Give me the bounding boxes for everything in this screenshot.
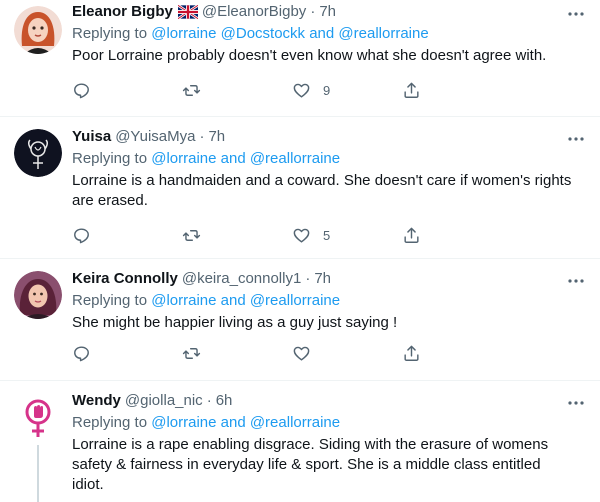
share-button[interactable] (402, 80, 512, 100)
timestamp[interactable]: 7h (314, 269, 331, 289)
heart-icon (293, 83, 310, 98)
more-options-button[interactable] (566, 271, 586, 291)
reply-tweet[interactable]: Keira Connolly @keira_connolly1 · 7h Rep… (0, 259, 600, 381)
replying-to: Replying to @lorraine and @reallorraine (72, 149, 584, 169)
tweet-actions: 5 (72, 225, 512, 245)
share-button[interactable] (402, 225, 512, 245)
share-button[interactable] (402, 343, 512, 363)
separator-dot: · (206, 392, 212, 409)
reply-feed: Eleanor Bigby @EleanorBigby · 7h Replyin… (0, 0, 600, 502)
like-button[interactable]: 9 (292, 80, 402, 100)
retweet-button[interactable] (182, 80, 292, 100)
reply-tweet[interactable]: Yuisa @YuisaMya · 7h Replying to @lorrai… (0, 117, 600, 259)
user-handle[interactable]: @giolla_nic (125, 391, 203, 411)
display-name[interactable]: Keira Connolly (72, 269, 178, 289)
replying-to: Replying to @lorraine and @reallorraine (72, 413, 584, 433)
timestamp[interactable]: 6h (216, 391, 233, 411)
like-button[interactable] (292, 343, 402, 363)
tweet-text: Lorraine is a rape enabling disgrace. Si… (72, 436, 549, 493)
replying-to-mentions[interactable]: @lorraine and @reallorraine (151, 414, 340, 431)
replying-to: Replying to @lorraine and @reallorraine (72, 291, 584, 311)
replying-to-label: Replying to (72, 414, 148, 431)
display-name[interactable]: Eleanor Bigby (72, 2, 173, 22)
timestamp[interactable]: 7h (319, 2, 336, 22)
replying-to: Replying to @lorraine @Docstockk and @re… (72, 24, 584, 44)
user-handle[interactable]: @YuisaMya (115, 127, 195, 147)
tweet-text: Lorraine is a handmaiden and a coward. S… (72, 172, 572, 209)
share-icon (404, 227, 419, 243)
retweet-icon (182, 229, 201, 241)
like-count: 5 (323, 227, 331, 243)
share-icon (404, 82, 419, 98)
like-count: 9 (323, 82, 331, 98)
replying-to-label: Replying to (72, 292, 148, 309)
replying-to-label: Replying to (72, 150, 148, 167)
user-handle[interactable]: @keira_connolly1 (182, 269, 301, 289)
retweet-icon (182, 347, 201, 359)
display-name[interactable]: Yuisa (72, 127, 111, 147)
retweet-button[interactable] (182, 343, 292, 363)
display-name[interactable]: Wendy (72, 391, 121, 411)
more-options-button[interactable] (566, 393, 586, 413)
reply-tweet[interactable]: Eleanor Bigby @EleanorBigby · 7h Replyin… (0, 0, 600, 117)
reply-button[interactable] (72, 343, 182, 363)
reply-tweet[interactable]: Wendy @giolla_nic · 6h Replying to @lorr… (0, 381, 600, 502)
tweet-actions: 9 (72, 80, 512, 100)
tweet-text: Poor Lorraine probably doesn't even know… (72, 47, 547, 64)
retweet-button[interactable] (182, 225, 292, 245)
like-button[interactable]: 5 (292, 225, 402, 245)
more-options-button[interactable] (566, 4, 586, 24)
more-icon (568, 12, 584, 16)
avatar[interactable] (14, 271, 62, 319)
avatar[interactable] (14, 393, 62, 441)
timestamp[interactable]: 7h (208, 127, 225, 147)
replying-to-mentions[interactable]: @lorraine and @reallorraine (151, 150, 340, 167)
avatar[interactable] (14, 129, 62, 177)
tweet-text: She might be happier living as a guy jus… (72, 314, 398, 331)
separator-dot: · (305, 270, 311, 287)
reply-icon (74, 345, 89, 361)
replying-to-label: Replying to (72, 25, 148, 42)
share-icon (404, 345, 419, 361)
more-options-button[interactable] (566, 129, 586, 149)
heart-icon (293, 346, 310, 361)
replying-to-mentions[interactable]: @lorraine and @reallorraine (151, 292, 340, 309)
retweet-icon (182, 84, 201, 96)
reply-icon (74, 227, 89, 243)
more-icon (568, 401, 584, 405)
more-icon (568, 279, 584, 283)
separator-dot: · (310, 3, 316, 20)
more-icon (568, 137, 584, 141)
tweet-actions (72, 343, 512, 363)
reply-button[interactable] (72, 80, 182, 100)
separator-dot: · (199, 128, 205, 145)
reply-icon (74, 82, 89, 98)
uk-flag-icon (177, 5, 198, 19)
user-handle[interactable]: @EleanorBigby (202, 2, 306, 22)
replying-to-mentions[interactable]: @lorraine @Docstockk and @reallorraine (151, 25, 428, 42)
thread-connector (37, 445, 39, 502)
avatar[interactable] (14, 6, 62, 54)
heart-icon (293, 228, 310, 243)
reply-button[interactable] (72, 225, 182, 245)
